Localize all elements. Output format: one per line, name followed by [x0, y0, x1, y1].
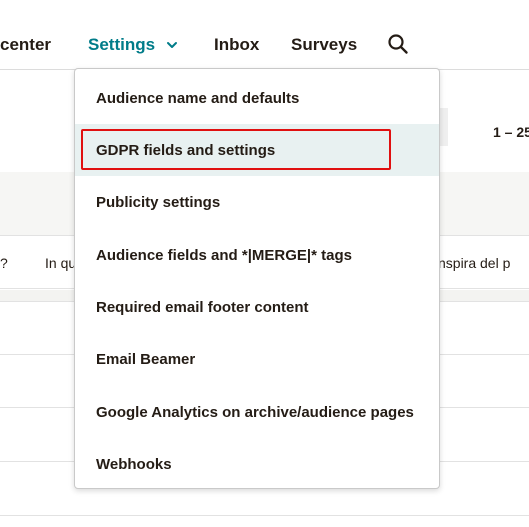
top-nav: center Settings Inbox Surveys — [0, 0, 529, 70]
menu-item-label: Webhooks — [96, 456, 172, 473]
nav-item-surveys[interactable]: Surveys — [291, 35, 357, 55]
pagination-range: 1 – 25 — [493, 124, 529, 140]
settings-dropdown-menu: Audience name and defaults GDPR fields a… — [74, 68, 440, 489]
menu-item-audience-fields-merge-tags[interactable]: Audience fields and *|MERGE|* tags — [75, 229, 439, 281]
menu-item-label: GDPR fields and settings — [96, 142, 276, 159]
menu-item-publicity-settings[interactable]: Publicity settings — [75, 176, 439, 228]
menu-item-required-email-footer[interactable]: Required email footer content — [75, 281, 439, 333]
row-text-left: ? — [0, 255, 8, 271]
chevron-down-icon[interactable] — [166, 39, 178, 51]
menu-item-email-beamer[interactable]: Email Beamer — [75, 333, 439, 385]
menu-item-webhooks[interactable]: Webhooks — [75, 438, 439, 488]
search-icon[interactable] — [387, 33, 409, 55]
menu-item-label: Audience fields and *|MERGE|* tags — [96, 247, 352, 264]
menu-item-label: Publicity settings — [96, 194, 221, 211]
nav-item-inbox[interactable]: Inbox — [214, 35, 259, 55]
menu-item-label: Email Beamer — [96, 351, 196, 368]
row-text-mid: In qu — [45, 255, 77, 271]
nav-item-settings[interactable]: Settings — [88, 35, 155, 55]
row-divider — [0, 515, 529, 516]
nav-item-center[interactable]: center — [0, 35, 51, 55]
menu-item-gdpr-fields-settings[interactable]: GDPR fields and settings — [75, 124, 439, 176]
menu-item-audience-name-defaults[interactable]: Audience name and defaults — [75, 72, 439, 124]
menu-item-label: Audience name and defaults — [96, 90, 300, 107]
menu-item-google-analytics[interactable]: Google Analytics on archive/audience pag… — [75, 386, 439, 438]
menu-item-label: Google Analytics on archive/audience pag… — [96, 404, 414, 421]
menu-item-label: Required email footer content — [96, 299, 309, 316]
